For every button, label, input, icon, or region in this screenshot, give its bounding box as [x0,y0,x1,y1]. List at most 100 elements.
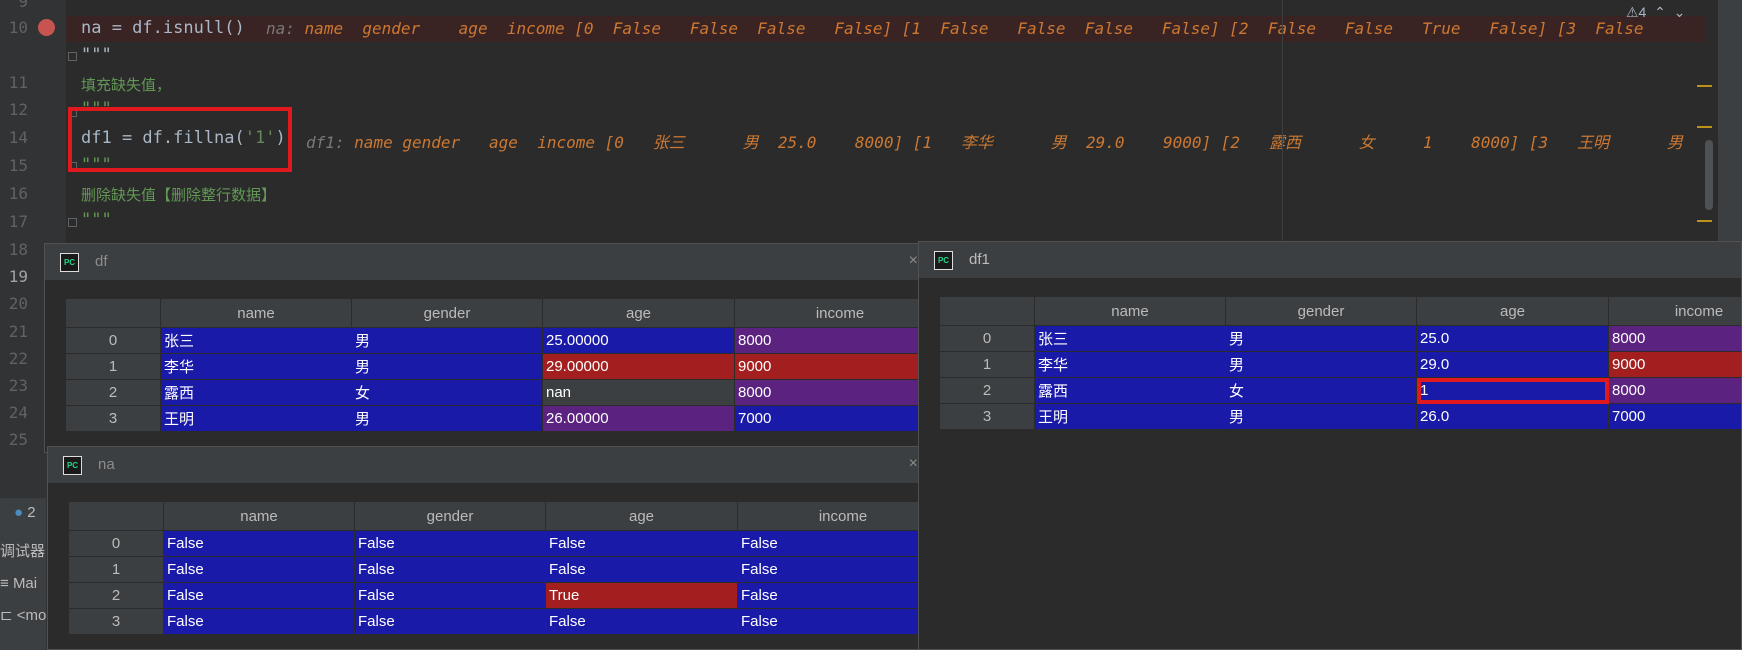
table-cell[interactable]: 女 [1225,377,1417,404]
table-cell[interactable]: 8000 [1608,325,1741,352]
table-cell[interactable]: False [163,530,355,557]
table-cell[interactable]: 男 [1225,351,1417,378]
column-header[interactable]: age [542,298,735,328]
column-header[interactable]: income [734,298,922,328]
table-cell[interactable]: False [737,556,922,583]
column-header[interactable]: income [1608,296,1741,326]
fold-icon[interactable] [68,218,77,227]
table-cell[interactable]: False [737,582,922,609]
chevron-up-icon[interactable]: ⌃ [1654,4,1666,20]
table-cell[interactable]: 李华 [1034,351,1226,378]
table-cell[interactable]: False [163,556,355,583]
table-cell[interactable]: False [737,530,922,557]
dataframe-viewer-na[interactable]: PC na × name gender age income 0 False F… [47,446,923,650]
table-cell[interactable]: False [354,582,546,609]
table-cell[interactable]: 25.0 [1416,325,1609,352]
error-stripe-mark[interactable] [1697,126,1712,128]
table-row[interactable]: 0 张三 男 25.00000 8000 [65,327,922,354]
table-row[interactable]: 2 露西 女 1 8000 [939,377,1741,404]
table-cell[interactable]: 张三 [1034,325,1226,352]
fold-icon[interactable] [68,52,77,61]
table-cell[interactable]: 王明 [1034,403,1226,430]
column-header[interactable] [68,501,164,531]
close-icon[interactable]: × [909,455,918,473]
code-line-11[interactable]: """ [81,45,112,65]
thread-item[interactable]: ≡ Mai [0,575,37,592]
window-titlebar[interactable]: PC na × [48,447,922,483]
table-row[interactable]: 1 李华 男 29.00000 9000 [65,353,922,380]
table-row[interactable]: 3 False False False False [68,608,922,635]
table-cell[interactable]: 李华 [160,353,352,380]
table-row[interactable]: 3 王明 男 26.00000 7000 [65,405,922,432]
editor-scrollbar[interactable] [1705,140,1713,210]
column-header[interactable]: gender [351,298,543,328]
chevron-down-icon[interactable]: ⌄ [1674,4,1686,20]
table-cell[interactable]: 露西 [1034,377,1226,404]
table-row[interactable]: 2 False False True False [68,582,922,609]
column-header[interactable]: name [1034,296,1226,326]
table-cell[interactable]: 29.00000 [542,353,735,380]
column-header[interactable]: age [545,501,738,531]
table-cell[interactable]: 8000 [734,379,922,406]
table-cell[interactable]: 29.0 [1416,351,1609,378]
column-header[interactable]: gender [354,501,546,531]
column-header[interactable]: name [163,501,355,531]
docstring-line-16[interactable]: 删除缺失值【删除整行数据】 [81,184,276,205]
table-cell[interactable]: False [737,608,922,635]
data-table[interactable]: name gender age income 0 张三 男 25.00000 8… [65,298,922,432]
column-header[interactable]: age [1416,296,1609,326]
table-cell[interactable]: False [545,530,738,557]
table-cell[interactable]: False [545,608,738,635]
dataframe-viewer-df1[interactable]: PC df1 name gender age income 0 张三 男 25.… [918,241,1742,650]
warning-count[interactable]: ⚠4 [1626,4,1646,20]
table-row[interactable]: 0 False False False False [68,530,922,557]
column-header[interactable]: income [737,501,922,531]
code-line-10[interactable]: na = df.isnull() [81,18,245,38]
dataframe-viewer-df[interactable]: PC df × name gender age income 0 张三 男 25… [44,243,923,453]
table-cell[interactable]: 王明 [160,405,352,432]
table-cell[interactable]: 男 [351,353,543,380]
table-cell[interactable]: 男 [351,327,543,354]
error-stripe-mark[interactable] [1697,220,1712,222]
table-cell[interactable]: False [163,608,355,635]
code-line-15[interactable]: """ [81,155,112,175]
data-table[interactable]: name gender age income 0 张三 男 25.0 8000 … [939,296,1741,430]
docstring-line-12[interactable]: 填充缺失值， [81,74,171,95]
frame-item[interactable]: ⊏ <mo [0,606,46,624]
table-cell[interactable]: False [354,556,546,583]
table-area[interactable]: name gender age income 0 张三 男 25.00000 8… [45,280,922,452]
breakpoint-icon[interactable] [38,19,55,36]
table-cell[interactable]: False [163,582,355,609]
column-header[interactable] [939,296,1035,326]
table-cell[interactable]: 男 [351,405,543,432]
window-titlebar[interactable]: PC df1 [919,242,1741,278]
python-console-tab[interactable]: ● 2 [14,504,36,521]
inspection-widget[interactable]: ⚠4 ⌃ ⌄ [1626,4,1685,21]
data-table[interactable]: name gender age income 0 False False Fal… [68,501,922,635]
table-row[interactable]: 3 王明 男 26.0 7000 [939,403,1741,430]
table-cell[interactable]: 7000 [734,405,922,432]
table-cell[interactable]: 7000 [1608,403,1741,430]
table-cell[interactable]: 女 [351,379,543,406]
code-line-17[interactable]: """ [81,210,112,230]
column-header[interactable] [65,298,161,328]
column-header[interactable]: gender [1225,296,1417,326]
debugger-tab[interactable]: 调试器 [0,540,45,561]
table-cell[interactable]: 张三 [160,327,352,354]
table-cell[interactable]: 露西 [160,379,352,406]
table-cell[interactable]: False [354,530,546,557]
window-titlebar[interactable]: PC df × [45,244,922,280]
table-area[interactable]: name gender age income 0 张三 男 25.0 8000 … [919,278,1741,649]
table-cell[interactable]: 26.0 [1416,403,1609,430]
table-row[interactable]: 1 False False False False [68,556,922,583]
table-area[interactable]: name gender age income 0 False False Fal… [48,483,922,649]
table-cell[interactable]: 男 [1225,403,1417,430]
table-cell[interactable]: 男 [1225,325,1417,352]
table-cell[interactable]: 26.00000 [542,405,735,432]
table-cell[interactable]: 8000 [734,327,922,354]
table-cell[interactable]: 9000 [734,353,922,380]
error-stripe-mark[interactable] [1697,85,1712,87]
table-cell[interactable]: 25.00000 [542,327,735,354]
table-cell[interactable]: 9000 [1608,351,1741,378]
table-cell[interactable]: False [545,556,738,583]
